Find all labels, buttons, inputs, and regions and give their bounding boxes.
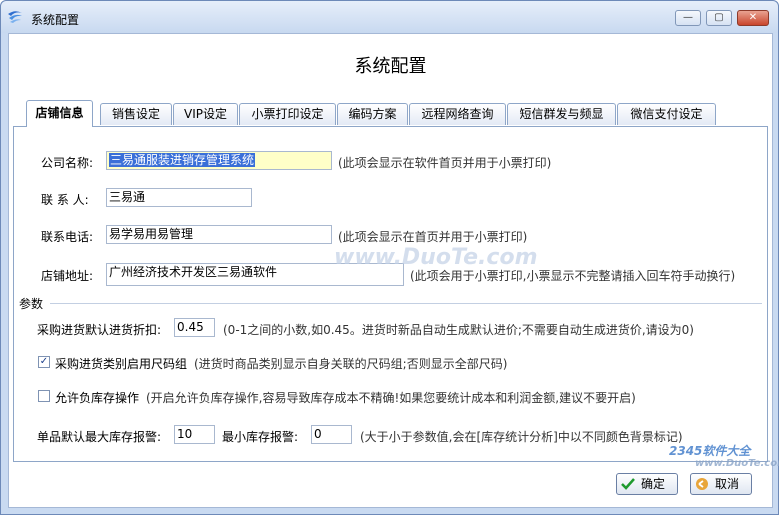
ok-button-label: 确定 — [641, 477, 666, 491]
size-group-label: 采购进货类别启用尺码组 — [55, 357, 188, 371]
corner-watermark: 2345软件大全 — [669, 444, 751, 458]
negative-stock-note: (开启允许负库存操作,容易导致库存成本不精确!如果您要统计成本和利润金额,建议不… — [146, 391, 636, 405]
purchase-discount-note: (0-1之间的小数,如0.45。进货时新品自动生成默认进价;不需要自动生成进货价… — [223, 323, 694, 337]
shop-info-panel: 公司名称: 三易通服装进销存管理系统 (此项会显示在软件首页并用于小票打印) 联… — [13, 126, 768, 462]
address-label: 店铺地址: — [41, 269, 94, 283]
tab-remote-query[interactable]: 远程网络查询 — [409, 103, 506, 125]
max-stock-label: 单品默认最大库存报警: — [37, 430, 162, 444]
size-group-checkbox[interactable]: ✓ — [38, 356, 50, 368]
corner-watermark-url: www.DuoTe.com — [695, 458, 779, 469]
phone-label: 联系电话: — [41, 230, 94, 244]
min-stock-label: 最小库存报警: — [222, 430, 299, 444]
tab-sales-settings[interactable]: 销售设定 — [100, 103, 172, 125]
tab-sms-display[interactable]: 短信群发与频显 — [507, 103, 616, 125]
negative-stock-label: 允许负库存操作 — [55, 391, 140, 405]
contact-input[interactable]: 三易通 — [106, 188, 252, 207]
purchase-discount-input[interactable]: 0.45 — [174, 318, 215, 337]
title-bar[interactable]: 系统配置 — ▢ ✕ — [1, 1, 778, 33]
tab-coding-scheme[interactable]: 编码方案 — [337, 103, 408, 125]
phone-input[interactable]: 易学易用易管理 — [106, 225, 332, 244]
config-window: 系统配置 — ▢ ✕ 系统配置 店铺信息 销售设定 VIP设定 小票打印设定 编… — [0, 0, 779, 515]
contact-label: 联 系 人: — [41, 193, 89, 207]
max-stock-input[interactable]: 10 — [174, 425, 215, 444]
page-title: 系统配置 — [354, 56, 427, 77]
purchase-discount-label: 采购进货默认进货折扣: — [37, 323, 162, 337]
center-watermark: www.DuoTe.com — [334, 245, 538, 270]
cancel-icon — [696, 478, 708, 490]
min-stock-input[interactable]: 0 — [311, 425, 352, 444]
stock-alert-note: (大于小于参数值,会在[库存统计分析]中以不同颜色背景标记) — [360, 430, 683, 444]
tab-receipt-print[interactable]: 小票打印设定 — [239, 103, 336, 125]
company-name-note: (此项会显示在软件首页并用于小票打印) — [338, 156, 552, 170]
phone-note: (此项会显示在首页并用于小票打印) — [338, 230, 528, 244]
size-group-note: (进货时商品类别显示自身关联的尺码组;否则显示全部尺码) — [194, 357, 508, 371]
minimize-button[interactable]: — — [675, 10, 701, 26]
app-logo-icon — [8, 11, 22, 23]
tab-wechat-pay[interactable]: 微信支付设定 — [617, 103, 716, 125]
close-button[interactable]: ✕ — [737, 10, 769, 26]
check-icon — [621, 478, 635, 490]
company-name-input[interactable]: 三易通服装进销存管理系统 — [106, 151, 332, 170]
company-name-label: 公司名称: — [41, 156, 94, 170]
client-area: 系统配置 店铺信息 销售设定 VIP设定 小票打印设定 编码方案 远程网络查询 … — [8, 33, 779, 508]
company-name-value: 三易通服装进销存管理系统 — [109, 153, 256, 167]
window-title: 系统配置 — [31, 13, 80, 27]
negative-stock-checkbox[interactable] — [38, 390, 50, 402]
ok-button[interactable]: 确定 — [616, 473, 678, 495]
tab-shop-info[interactable]: 店铺信息 — [26, 100, 93, 127]
cancel-button[interactable]: 取消 — [690, 473, 752, 495]
params-group-label: 参数 — [19, 297, 44, 311]
params-divider — [50, 303, 762, 304]
tab-vip-settings[interactable]: VIP设定 — [173, 103, 238, 125]
maximize-button[interactable]: ▢ — [706, 10, 732, 26]
cancel-button-label: 取消 — [715, 477, 740, 491]
